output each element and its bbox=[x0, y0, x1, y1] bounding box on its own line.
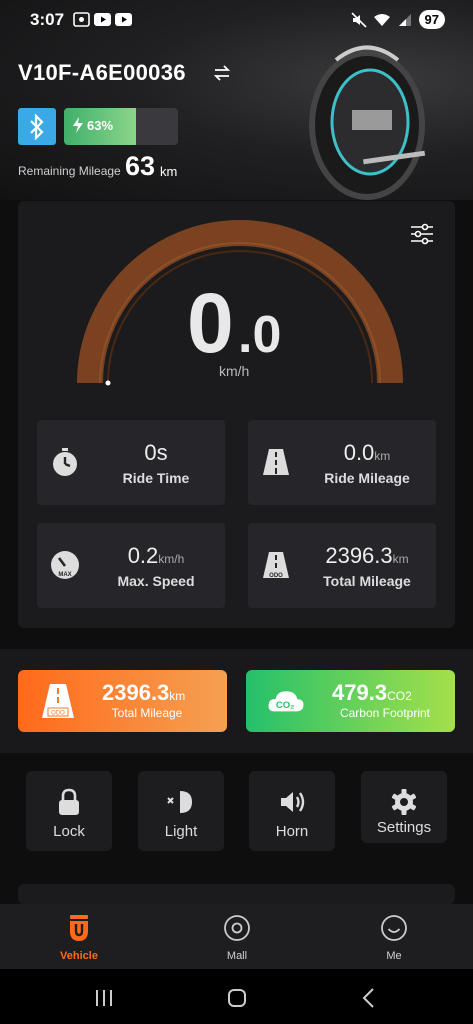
wifi-icon bbox=[373, 13, 390, 26]
recent-apps-icon[interactable] bbox=[93, 987, 115, 1009]
horn-button[interactable]: Horn bbox=[249, 771, 335, 851]
vehicle-battery-bar: 63% bbox=[64, 108, 178, 145]
home-icon[interactable] bbox=[226, 987, 248, 1009]
status-bar: 3:07 97 bbox=[0, 0, 473, 40]
horn-label: Horn bbox=[275, 823, 309, 840]
settings-label: Settings bbox=[376, 819, 432, 836]
gear-icon bbox=[391, 789, 417, 815]
nav-mall[interactable]: Mall bbox=[192, 914, 282, 962]
carbon-footprint-card[interactable]: CO₂ 479.3CO2 Carbon Footprint bbox=[246, 670, 455, 732]
signal-icon bbox=[398, 13, 411, 26]
lock-icon bbox=[59, 788, 79, 815]
stat-label: Ride Mileage bbox=[324, 470, 410, 486]
nav-me-label: Me bbox=[386, 950, 402, 962]
vehicle-icon bbox=[70, 915, 88, 941]
remaining-mileage-unit: km bbox=[160, 164, 178, 179]
total-mileage-label: Total Mileage bbox=[111, 706, 183, 720]
stopwatch-icon bbox=[53, 448, 77, 476]
svg-text:ODO: ODO bbox=[51, 711, 65, 717]
stat-label: Ride Time bbox=[122, 470, 190, 486]
settings-button[interactable]: Settings bbox=[361, 771, 447, 843]
system-navigation-bar bbox=[0, 969, 473, 1024]
bottom-navigation: Vehicle Mall Me bbox=[0, 904, 473, 969]
total-mileage-value: 2396.3km bbox=[102, 680, 186, 705]
lock-button[interactable]: Lock bbox=[26, 771, 112, 851]
remaining-mileage-value: 63 bbox=[125, 151, 156, 181]
profile-icon bbox=[381, 915, 407, 941]
carbon-footprint-value: 479.3CO2 bbox=[332, 680, 412, 705]
switch-vehicle-icon[interactable] bbox=[212, 63, 232, 83]
nav-mall-label: Mall bbox=[226, 950, 248, 962]
svg-text:MAX: MAX bbox=[58, 572, 71, 578]
status-time: 3:07 bbox=[30, 10, 65, 29]
stat-card-max-speed: MAX 0.2km/h Max. Speed bbox=[37, 523, 225, 608]
stat-card-total-mileage: ODO 2396.3km Total Mileage bbox=[248, 523, 436, 608]
svg-text:ODO: ODO bbox=[269, 573, 283, 579]
stat-label: Max. Speed bbox=[117, 573, 195, 589]
collapsed-card bbox=[18, 884, 455, 904]
speed-unit: km/h bbox=[219, 363, 250, 379]
unicycle-image bbox=[309, 45, 426, 200]
light-icon bbox=[167, 791, 192, 813]
battery-level: 63% bbox=[72, 117, 113, 133]
svg-text:CO₂: CO₂ bbox=[276, 700, 295, 711]
stat-label: Total Mileage bbox=[323, 573, 411, 589]
screenshot-icon bbox=[73, 12, 90, 27]
nav-vehicle-label: Vehicle bbox=[60, 950, 98, 962]
stat-value: 0.2km/h bbox=[127, 543, 185, 568]
light-button[interactable]: Light bbox=[138, 771, 224, 851]
back-icon[interactable] bbox=[358, 987, 380, 1009]
status-notification-icons bbox=[73, 12, 132, 27]
horn-icon bbox=[281, 792, 305, 812]
remaining-mileage-label: Remaining Mileage bbox=[18, 164, 121, 178]
light-label: Light bbox=[164, 823, 198, 840]
mute-icon bbox=[350, 11, 367, 28]
bluetooth-status-button[interactable] bbox=[18, 108, 56, 145]
stat-value: 0s bbox=[144, 440, 168, 465]
total-mileage-card[interactable]: ODO 2396.3km Total Mileage bbox=[18, 670, 227, 732]
lock-label: Lock bbox=[53, 823, 85, 840]
status-system-icons: 97 bbox=[350, 10, 445, 29]
road-odo-icon: ODO bbox=[263, 552, 289, 579]
dashboard-settings-icon[interactable] bbox=[410, 222, 434, 246]
bluetooth-icon bbox=[30, 113, 44, 140]
road-icon bbox=[263, 449, 289, 475]
speed-value-decimal: .0 bbox=[238, 306, 282, 364]
youtube-icon bbox=[94, 13, 111, 26]
mall-icon bbox=[224, 915, 250, 941]
youtube-icon bbox=[115, 13, 132, 26]
stat-value: 0.0km bbox=[343, 440, 391, 465]
battery-percentage: 97 bbox=[418, 10, 445, 29]
stat-value: 2396.3km bbox=[325, 543, 409, 568]
speedometer-max-icon: MAX bbox=[51, 551, 79, 579]
nav-me[interactable]: Me bbox=[349, 914, 439, 962]
carbon-footprint-label: Carbon Footprint bbox=[339, 706, 431, 720]
lightning-icon bbox=[73, 117, 83, 133]
stat-card-ride-mileage: 0.0km Ride Mileage bbox=[248, 420, 436, 505]
speed-value-integer: 0 bbox=[187, 276, 234, 370]
battery-percent-label: 63% bbox=[87, 117, 114, 133]
odometer-road-icon: ODO bbox=[42, 684, 74, 718]
vehicle-name[interactable]: V10F-A6E00036 bbox=[18, 60, 186, 86]
nav-vehicle[interactable]: Vehicle bbox=[34, 914, 124, 962]
stat-card-ride-time: 0s Ride Time bbox=[37, 420, 225, 505]
co2-cloud-icon: CO₂ bbox=[268, 691, 304, 712]
